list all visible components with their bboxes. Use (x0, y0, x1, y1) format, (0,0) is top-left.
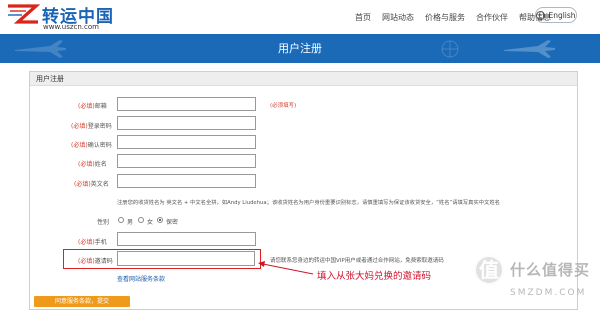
invite-code-highlight-box (63, 249, 261, 269)
gender-female-radio[interactable] (138, 217, 144, 223)
english-name-field[interactable] (117, 174, 256, 188)
gender-private-radio[interactable] (157, 217, 163, 223)
nav-home[interactable]: 首页 (355, 12, 371, 23)
name-format-note: 注册您的收货姓名为 英文名 + 中文名全拼，如Andy Liudehua；该收货… (117, 200, 500, 206)
gender-private-label: 保密 (166, 219, 179, 226)
annotation-arrow-icon (258, 261, 314, 275)
watermark-text: 什么值得买 (510, 261, 591, 279)
nav-pricing[interactable]: 价格与服务 (425, 12, 465, 23)
language-switch[interactable]: English (535, 7, 577, 23)
registration-page: 转运中国 www.uszcn.com 首页 网站动态 价格与服务 合作伙伴 帮助… (0, 0, 600, 310)
phone-label: (必填)手机 (78, 239, 107, 246)
site-logo[interactable]: 转运中国 www.uszcn.com (6, 2, 136, 32)
gender-male-label: 男 (127, 219, 134, 226)
gender-female-label: 女 (147, 219, 154, 226)
watermark-domain: SMZDM.COM (510, 288, 587, 298)
phone-field[interactable] (117, 232, 256, 246)
logo-mark-icon (8, 4, 40, 24)
email-field[interactable] (117, 97, 256, 111)
page-title: 用户注册 (278, 42, 322, 55)
annotation-callout: 填入从张大妈兑换的邀请码 (317, 271, 432, 282)
smzdm-watermark: 值 什么值得买 SMZDM.COM (470, 253, 600, 310)
main-nav: 首页 网站动态 价格与服务 合作伙伴 帮助信息 (355, 10, 562, 24)
watermark-badge: 值 (474, 255, 504, 285)
confirm-password-label: (必填)确认密码 (71, 142, 112, 149)
terms-link[interactable]: 查看网站服务条款 (117, 274, 165, 283)
site-header: 转运中国 www.uszcn.com 首页 网站动态 价格与服务 合作伙伴 帮助… (0, 0, 600, 34)
panel-title: 用户注册 (36, 75, 64, 83)
english-name-label: (必填)英文名 (74, 181, 109, 188)
gender-label: 性别 (97, 219, 110, 226)
language-label: English (548, 10, 576, 20)
email-label: (必填)邮箱 (78, 103, 107, 110)
email-required-hint: (必须填写) (270, 103, 297, 109)
panel-header: 用户注册 (30, 72, 577, 86)
globe-icon (536, 10, 546, 20)
confirm-password-field[interactable] (117, 135, 256, 149)
logo-url: www.uszcn.com (43, 23, 99, 31)
page-banner: 用户注册 (0, 34, 600, 63)
nav-news[interactable]: 网站动态 (382, 12, 414, 23)
name-label: (必填)姓名 (78, 161, 107, 168)
name-field[interactable] (117, 154, 256, 168)
password-label: (必填)登录密码 (71, 123, 112, 130)
gender-male-radio[interactable] (118, 217, 124, 223)
password-field[interactable] (117, 116, 256, 130)
nav-partners[interactable]: 合作伙伴 (476, 12, 508, 23)
submit-button[interactable]: 同意服务条款，提交 (34, 296, 130, 307)
